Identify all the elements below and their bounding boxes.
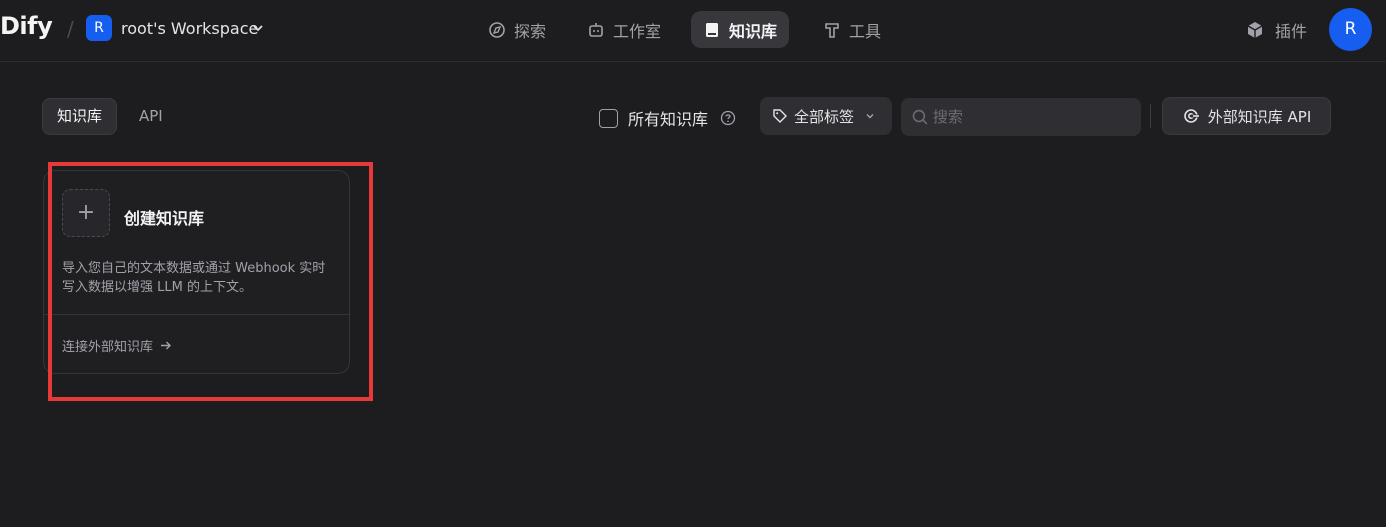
workspace-name[interactable]: root's Workspace xyxy=(121,19,258,38)
search-input[interactable] xyxy=(932,108,1131,126)
robot-icon xyxy=(589,22,603,37)
nav-studio-label: 工作室 xyxy=(613,21,662,41)
explore-icon xyxy=(489,21,505,38)
plugins-button[interactable]: 插件 xyxy=(1245,18,1307,42)
search-icon xyxy=(912,109,928,125)
dify-logo[interactable]: Dify xyxy=(0,12,53,40)
tag-filter-label: 全部标签 xyxy=(794,107,855,126)
user-avatar[interactable]: R xyxy=(1329,8,1372,51)
highlight-box xyxy=(48,162,373,401)
all-datasets-checkbox[interactable] xyxy=(599,108,618,128)
external-api-label: 外部知识库 API xyxy=(1207,107,1312,126)
chevron-down-icon[interactable] xyxy=(252,19,264,37)
toolbar-divider xyxy=(1150,104,1151,128)
hammer-icon xyxy=(825,22,839,38)
nav-knowledge[interactable]: 知识库 xyxy=(691,11,790,48)
tab-api[interactable]: API xyxy=(125,98,177,135)
nav-studio[interactable]: 工作室 xyxy=(575,11,673,48)
nav-explore[interactable]: 探索 xyxy=(476,11,558,48)
nav-tools-label: 工具 xyxy=(849,21,882,41)
cube-icon xyxy=(1247,22,1263,38)
workspace-avatar[interactable]: R xyxy=(86,15,112,41)
chevron-down-icon xyxy=(866,114,874,119)
external-api-button[interactable]: 外部知识库 API xyxy=(1162,97,1331,135)
top-header: Dify / R root's Workspace 探索 工作室 知识库 工具 xyxy=(0,0,1386,62)
breadcrumb-separator: / xyxy=(67,17,74,41)
all-datasets-label: 所有知识库 xyxy=(628,110,709,129)
book-icon xyxy=(706,22,718,37)
search-box[interactable] xyxy=(901,98,1141,136)
help-icon[interactable] xyxy=(720,110,736,126)
tab-knowledge[interactable]: 知识库 xyxy=(42,98,118,135)
nav-tools[interactable]: 工具 xyxy=(811,11,893,48)
tag-icon xyxy=(773,109,787,123)
nav-knowledge-label: 知识库 xyxy=(729,21,778,41)
tag-filter-dropdown[interactable]: 全部标签 xyxy=(760,97,892,135)
plugins-label: 插件 xyxy=(1275,22,1308,41)
all-datasets-toggle[interactable]: 所有知识库 xyxy=(599,106,736,130)
nav-explore-label: 探索 xyxy=(514,21,547,41)
api-connection-icon xyxy=(1183,109,1199,123)
